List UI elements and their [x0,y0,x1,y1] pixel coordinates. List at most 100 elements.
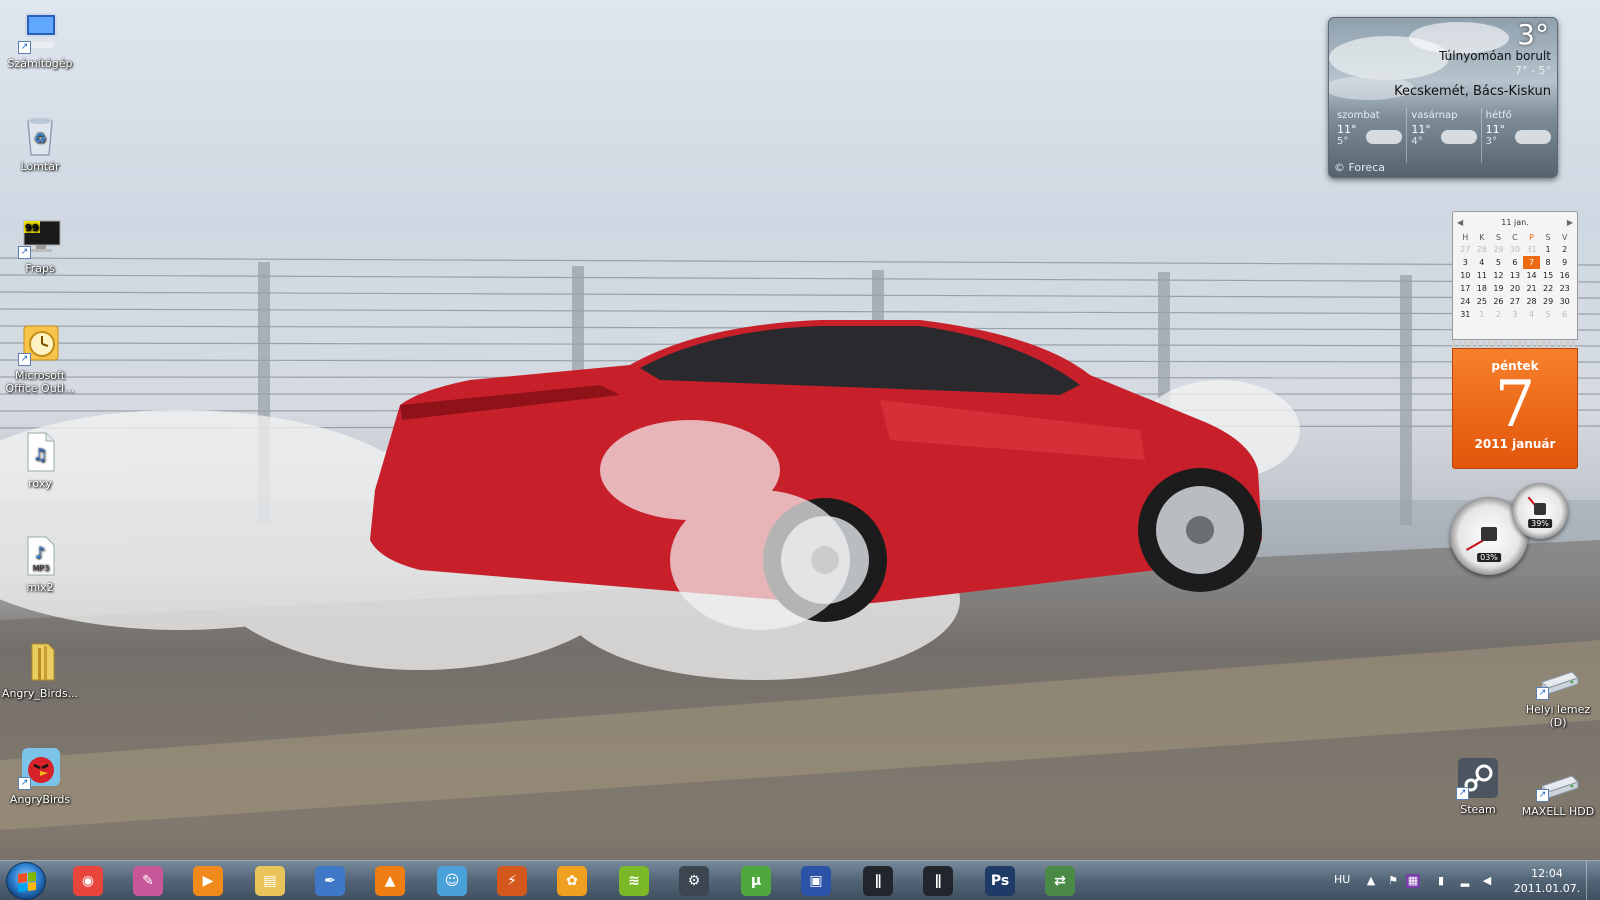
recycle-bin-icon: ♻ [18,113,62,157]
taskbar-app-button[interactable]: ◉ [62,863,114,899]
taskbar-app-button[interactable]: ✎ [122,863,174,899]
calendar-day-cell[interactable]: 4 [1523,308,1540,321]
desktop-icon-mix2[interactable]: ♪ MP3 mix2 [0,534,80,594]
volume-icon[interactable]: ◀ [1480,874,1494,888]
calendar-day-cell[interactable]: 16 [1556,269,1573,282]
calendar-weekday: K [1479,232,1485,242]
calendar-day-cell[interactable]: 19 [1490,282,1507,295]
desktop-icon-label: Lomtár [20,160,60,173]
calendar-day-cell[interactable]: 23 [1556,282,1573,295]
memory-chip-icon [1534,503,1546,515]
calendar-day-cell[interactable]: 10 [1457,269,1474,282]
calendar-day-cell[interactable]: 7 [1523,256,1540,269]
calendar-day-cell[interactable]: 5 [1490,256,1507,269]
desktop-icon-recycle-bin[interactable]: ♻ Lomtár [0,113,80,173]
shortcut-arrow-icon: ↗ [1536,789,1549,802]
taskbar-app-button[interactable]: ▤ [244,863,296,899]
desktop-icon-fraps[interactable]: 99 ↗ Fraps [0,215,80,275]
desktop-icon-local-disk-d[interactable]: ↗ Helyi lemez (D) [1518,660,1598,729]
calendar-day-cell[interactable]: 29 [1540,295,1557,308]
calendar-day-cell[interactable]: 22 [1540,282,1557,295]
calendar-day-cell[interactable]: 26 [1490,295,1507,308]
calendar-day-cell[interactable]: 24 [1457,295,1474,308]
desktop-icon-computer[interactable]: ↗ Számítógép [0,10,80,70]
taskbar-app-button[interactable]: ☺ [426,863,478,899]
calendar-day-cell[interactable]: 6 [1507,256,1524,269]
desktop-icon-angry-birds-folder[interactable]: Angry_Birds... [0,640,80,700]
calendar-day-cell[interactable]: 31 [1457,308,1474,321]
next-month-icon[interactable]: ▶ [1567,218,1573,227]
weather-gadget[interactable]: 3° Túlnyomóan borult 7° - 5° Kecskemét, … [1328,17,1558,178]
calendar-day-cell[interactable]: 1 [1474,308,1491,321]
power-icon[interactable]: ▮ [1434,874,1448,888]
calendar-day-cell[interactable]: 9 [1556,256,1573,269]
calendar-day-cell[interactable]: 29 [1490,243,1507,256]
calendar-day-cell[interactable]: 14 [1523,269,1540,282]
desktop-icon-steam[interactable]: ↗ Steam [1438,756,1518,816]
svg-text:♻: ♻ [34,131,47,147]
calendar-day-cell[interactable]: 2 [1490,308,1507,321]
calendar-weekday: S [1495,232,1501,242]
action-center-flag-icon[interactable]: ⚑ [1386,874,1400,888]
prev-month-icon[interactable]: ◀ [1457,218,1463,227]
taskbar-app-button[interactable]: ✿ [546,863,598,899]
cpu-meter-gadget[interactable]: 03% 39% [1450,483,1576,583]
calendar-gadget[interactable]: ◀ 11 jan. ▶ HKSCPSV 27 28 29 30 31 1 2 3 4 5 6 7 8 9 1… [1452,211,1578,469]
taskbar-app-button[interactable]: ▣ [790,863,842,899]
taskbar-app-button[interactable]: ⇄ [1034,863,1086,899]
calendar-day-cell[interactable]: 21 [1523,282,1540,295]
taskbar-app-button[interactable]: ▶ [182,863,234,899]
calendar-day-cell[interactable]: 2 [1556,243,1573,256]
taskbar-app-button[interactable]: Ps [974,863,1026,899]
calendar-day-cell[interactable]: 27 [1457,243,1474,256]
taskbar-app-button[interactable]: ⚡ [486,863,538,899]
calendar-day-cell[interactable]: 5 [1540,308,1557,321]
taskbar-app-button[interactable]: µ [730,863,782,899]
shortcut-arrow-icon: ↗ [18,353,31,366]
calendar-day-cell[interactable]: 30 [1507,243,1524,256]
start-button[interactable] [6,862,46,900]
desktop-icon-outlook[interactable]: ↗ Microsoft Office Outl... [0,322,80,395]
calendar-day-cell[interactable]: 28 [1474,243,1491,256]
language-indicator[interactable]: HU [1334,873,1350,886]
desktop-icon-label: Számítógép [7,57,73,70]
calendar-day-cell[interactable]: 12 [1490,269,1507,282]
desktop-icon-roxy[interactable]: ♫ roxy [0,430,80,490]
calendar-weekday: P [1529,232,1534,242]
calendar-day-cell[interactable]: 20 [1507,282,1524,295]
calendar-day-cell[interactable]: 13 [1507,269,1524,282]
calendar-day-cell[interactable]: 25 [1474,295,1491,308]
windows-logo-icon [18,872,36,892]
show-hidden-icons-icon[interactable]: ▲ [1364,874,1378,888]
winamp-icon: ⚡ [497,866,527,896]
desktop-icon-maxell-hdd[interactable]: ↗ MAXELL HDD [1518,770,1598,818]
shortcut-arrow-icon: ↗ [18,777,31,790]
taskbar-app-button[interactable]: ∥ [852,863,904,899]
calendar-day-cell[interactable]: 27 [1507,295,1524,308]
calendar-day-cell[interactable]: 11 [1474,269,1491,282]
network-signal-icon[interactable]: ▂ [1458,874,1472,888]
calendar-day-cell[interactable]: 1 [1540,243,1557,256]
calendar-day-cell[interactable]: 17 [1457,282,1474,295]
tray-app-icon[interactable]: ▦ [1406,874,1420,888]
calendar-day-cell[interactable]: 31 [1523,243,1540,256]
taskbar-app-button[interactable]: ▲ [364,863,416,899]
calendar-day-cell[interactable]: 8 [1540,256,1557,269]
calendar-day-cell[interactable]: 30 [1556,295,1573,308]
calendar-day-cell[interactable]: 4 [1474,256,1491,269]
calendar-day-cell[interactable]: 3 [1507,308,1524,321]
taskbar-app-button[interactable]: ⚙ [668,863,720,899]
calendar-day-cell[interactable]: 28 [1523,295,1540,308]
taskbar-app-button[interactable]: ✒ [304,863,356,899]
calendar-grid: HKSCPSV 27 28 29 30 31 1 2 3 4 5 6 7 8 9 10 11 12 13 14 15 1… [1457,231,1573,321]
shortcut-arrow-icon: ↗ [1536,687,1549,700]
desktop-icon-angry-birds[interactable]: ↗ AngryBirds [0,746,80,806]
calendar-day-cell[interactable]: 18 [1474,282,1491,295]
calendar-day-cell[interactable]: 15 [1540,269,1557,282]
calendar-day-cell[interactable]: 6 [1556,308,1573,321]
system-clock[interactable]: 12:04 2011.01.07. [1508,866,1586,896]
show-desktop-button[interactable] [1586,861,1600,900]
calendar-day-cell[interactable]: 3 [1457,256,1474,269]
taskbar-app-button[interactable]: ≋ [608,863,660,899]
taskbar-app-button[interactable]: ∥ [912,863,964,899]
